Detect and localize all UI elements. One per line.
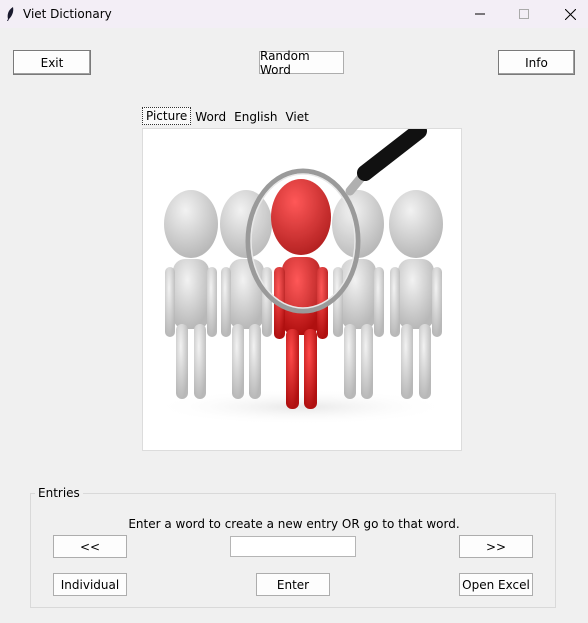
- minimize-icon: [475, 13, 485, 15]
- tab-english[interactable]: English: [230, 108, 281, 126]
- instruction-text: Enter a word to create a new entry OR go…: [128, 517, 460, 531]
- figure-grey-4: [389, 190, 443, 399]
- close-button[interactable]: [547, 0, 588, 28]
- window-title: Viet Dictionary: [23, 7, 112, 21]
- figure-grey-1: [164, 190, 218, 399]
- exit-button[interactable]: Exit: [13, 50, 91, 75]
- tab-viet[interactable]: Viet: [281, 108, 312, 126]
- individual-button[interactable]: Individual: [53, 573, 127, 596]
- magnifier-illustration: [151, 123, 451, 425]
- random-word-button[interactable]: Random Word: [259, 49, 344, 77]
- feather-icon: [7, 7, 14, 21]
- enter-button[interactable]: Enter: [256, 573, 330, 596]
- tab-picture[interactable]: Picture: [142, 107, 192, 125]
- maximize-icon: [519, 9, 529, 19]
- word-input[interactable]: [230, 536, 356, 557]
- picture-panel: [142, 123, 462, 451]
- close-icon: [564, 8, 576, 20]
- title-bar: Viet Dictionary: [0, 0, 588, 28]
- open-excel-button[interactable]: Open Excel: [459, 573, 533, 596]
- tab-bar: Picture Word English Viet: [142, 107, 313, 126]
- minimize-button[interactable]: [457, 0, 503, 28]
- info-button[interactable]: Info: [498, 50, 575, 75]
- tab-word[interactable]: Word: [191, 108, 230, 126]
- entries-label: Entries: [35, 486, 83, 500]
- previous-button[interactable]: <<: [53, 535, 127, 558]
- maximize-button[interactable]: [501, 0, 547, 28]
- next-button[interactable]: >>: [459, 535, 533, 558]
